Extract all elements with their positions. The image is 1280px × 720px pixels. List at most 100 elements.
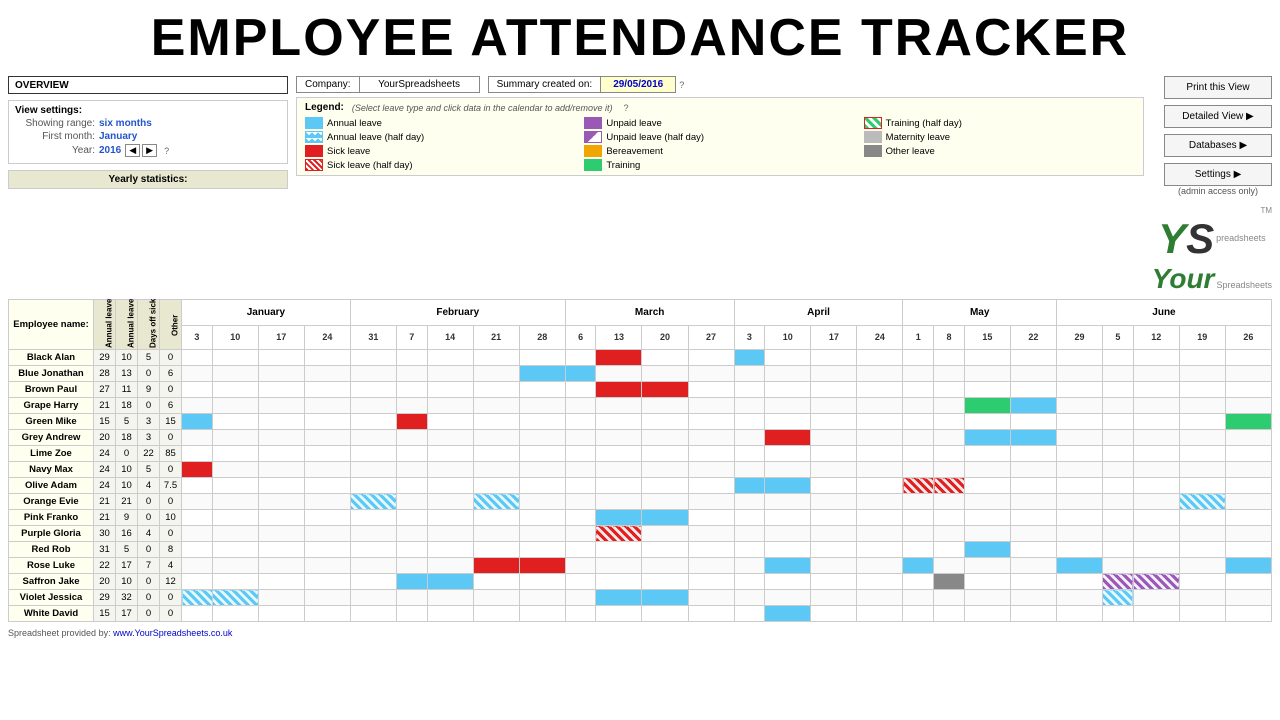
cal-cell-3-1-4[interactable] [519,398,565,414]
cal-cell-13-0-2[interactable] [258,558,304,574]
cal-cell-9-1-0[interactable] [350,494,396,510]
cal-cell-9-0-2[interactable] [258,494,304,510]
cal-cell-3-5-0[interactable] [1056,398,1102,414]
cal-cell-12-4-3[interactable] [1010,542,1056,558]
footer-link[interactable]: www.YourSpreadsheets.co.uk [113,628,232,638]
cal-cell-4-2-1[interactable] [596,414,642,430]
cal-cell-8-5-0[interactable] [1056,478,1102,494]
cal-cell-0-1-4[interactable] [519,350,565,366]
cal-cell-14-0-3[interactable] [304,574,350,590]
cal-cell-0-1-3[interactable] [473,350,519,366]
cal-cell-12-5-2[interactable] [1133,542,1179,558]
cal-cell-12-2-0[interactable] [565,542,596,558]
cal-cell-10-3-2[interactable] [811,510,857,526]
cal-cell-6-4-2[interactable] [964,446,1010,462]
stat-cell-10-2[interactable]: 0 [138,510,160,526]
cal-cell-2-5-2[interactable] [1133,382,1179,398]
cal-cell-6-3-2[interactable] [811,446,857,462]
cal-cell-7-3-2[interactable] [811,462,857,478]
cal-cell-16-1-2[interactable] [427,606,473,622]
cal-cell-13-4-3[interactable] [1010,558,1056,574]
cal-cell-10-3-0[interactable] [734,510,765,526]
cal-cell-5-2-2[interactable] [642,430,688,446]
cal-cell-7-1-2[interactable] [427,462,473,478]
cal-cell-11-5-4[interactable] [1225,526,1271,542]
detailed-view-button[interactable]: Detailed View ▶ [1164,105,1272,128]
stat-cell-9-1[interactable]: 21 [116,494,138,510]
cal-cell-16-3-2[interactable] [811,606,857,622]
cal-cell-12-2-2[interactable] [642,542,688,558]
cal-cell-11-1-3[interactable] [473,526,519,542]
stat-cell-3-1[interactable]: 18 [116,398,138,414]
cal-cell-12-4-2[interactable] [964,542,1010,558]
cal-cell-8-0-3[interactable] [304,478,350,494]
stat-cell-13-3[interactable]: 4 [160,558,182,574]
cal-cell-5-0-2[interactable] [258,430,304,446]
cal-cell-14-2-0[interactable] [565,574,596,590]
cal-cell-10-0-0[interactable] [182,510,213,526]
stat-cell-2-0[interactable]: 27 [94,382,116,398]
cal-cell-7-4-1[interactable] [934,462,965,478]
cal-cell-14-2-1[interactable] [596,574,642,590]
cal-cell-1-3-2[interactable] [811,366,857,382]
cal-cell-0-0-0[interactable] [182,350,213,366]
cal-cell-11-1-2[interactable] [427,526,473,542]
cal-cell-4-4-2[interactable] [964,414,1010,430]
cal-cell-4-1-3[interactable] [473,414,519,430]
cal-cell-7-1-1[interactable] [396,462,427,478]
cal-cell-1-3-3[interactable] [857,366,903,382]
stat-cell-0-1[interactable]: 10 [116,350,138,366]
cal-cell-4-5-0[interactable] [1056,414,1102,430]
cal-cell-11-5-2[interactable] [1133,526,1179,542]
cal-cell-4-1-4[interactable] [519,414,565,430]
cal-cell-3-2-2[interactable] [642,398,688,414]
cal-cell-16-0-0[interactable] [182,606,213,622]
cal-cell-10-3-1[interactable] [765,510,811,526]
stat-cell-6-2[interactable]: 22 [138,446,160,462]
cal-cell-8-3-3[interactable] [857,478,903,494]
cal-cell-7-5-2[interactable] [1133,462,1179,478]
cal-cell-16-0-2[interactable] [258,606,304,622]
cal-cell-3-0-2[interactable] [258,398,304,414]
cal-cell-6-3-1[interactable] [765,446,811,462]
cal-cell-9-4-2[interactable] [964,494,1010,510]
cal-cell-7-0-1[interactable] [212,462,258,478]
cal-cell-9-1-3[interactable] [473,494,519,510]
year-nav[interactable]: ◀ ▶ [125,144,157,157]
stat-cell-2-1[interactable]: 11 [116,382,138,398]
cal-cell-5-1-1[interactable] [396,430,427,446]
cal-cell-5-0-1[interactable] [212,430,258,446]
cal-cell-9-5-2[interactable] [1133,494,1179,510]
cal-cell-7-2-2[interactable] [642,462,688,478]
cal-cell-12-3-0[interactable] [734,542,765,558]
cal-cell-2-2-2[interactable] [642,382,688,398]
cal-cell-10-4-0[interactable] [903,510,934,526]
cal-cell-16-5-3[interactable] [1179,606,1225,622]
cal-cell-15-5-1[interactable] [1102,590,1133,606]
cal-cell-8-0-0[interactable] [182,478,213,494]
cal-cell-7-0-3[interactable] [304,462,350,478]
cal-cell-5-2-0[interactable] [565,430,596,446]
cal-cell-11-3-1[interactable] [765,526,811,542]
cal-cell-13-1-0[interactable] [350,558,396,574]
cal-cell-5-2-3[interactable] [688,430,734,446]
stat-cell-2-3[interactable]: 0 [160,382,182,398]
cal-cell-15-2-3[interactable] [688,590,734,606]
cal-cell-10-4-3[interactable] [1010,510,1056,526]
cal-cell-9-3-3[interactable] [857,494,903,510]
stat-cell-1-0[interactable]: 28 [94,366,116,382]
cal-cell-8-1-3[interactable] [473,478,519,494]
cal-cell-3-3-0[interactable] [734,398,765,414]
stat-cell-11-1[interactable]: 16 [116,526,138,542]
cal-cell-5-5-3[interactable] [1179,430,1225,446]
cal-cell-9-3-1[interactable] [765,494,811,510]
cal-cell-6-0-1[interactable] [212,446,258,462]
cal-cell-13-5-3[interactable] [1179,558,1225,574]
cal-cell-1-0-2[interactable] [258,366,304,382]
cal-cell-11-4-3[interactable] [1010,526,1056,542]
cal-cell-2-0-3[interactable] [304,382,350,398]
cal-cell-8-1-4[interactable] [519,478,565,494]
cal-cell-0-3-2[interactable] [811,350,857,366]
cal-cell-16-3-0[interactable] [734,606,765,622]
cal-cell-9-0-1[interactable] [212,494,258,510]
